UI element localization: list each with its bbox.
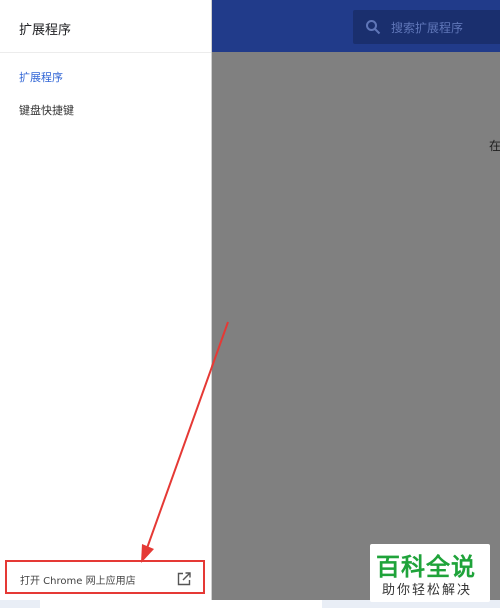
search-placeholder: 搜索扩展程序	[391, 21, 464, 35]
open-in-new-icon	[177, 572, 191, 586]
drawer-header: 扩展程序	[0, 0, 211, 53]
nav-item-keyboard-shortcuts[interactable]: 键盘快捷键	[19, 102, 74, 118]
drawer-title: 扩展程序	[19, 23, 72, 38]
side-drawer: 扩展程序 扩展程序 键盘快捷键 打开 Chrome 网上应用店	[0, 0, 212, 600]
store-link-label: 打开 Chrome 网上应用店	[20, 576, 136, 587]
open-web-store-link[interactable]: 打开 Chrome 网上应用店	[5, 560, 205, 594]
scrim-overlay[interactable]	[212, 52, 500, 600]
search-box[interactable]: 搜索扩展程序	[353, 10, 500, 44]
content-peek-text: 在	[489, 139, 500, 153]
bottom-strip-panel	[40, 600, 322, 608]
watermark-subtitle: 助你轻松解决	[382, 583, 473, 598]
nav-item-extensions[interactable]: 扩展程序	[19, 69, 63, 85]
watermark-title: 百科全说	[376, 553, 476, 581]
search-icon	[366, 20, 381, 35]
watermark-logo: 百科全说 助你轻松解决	[370, 544, 490, 602]
